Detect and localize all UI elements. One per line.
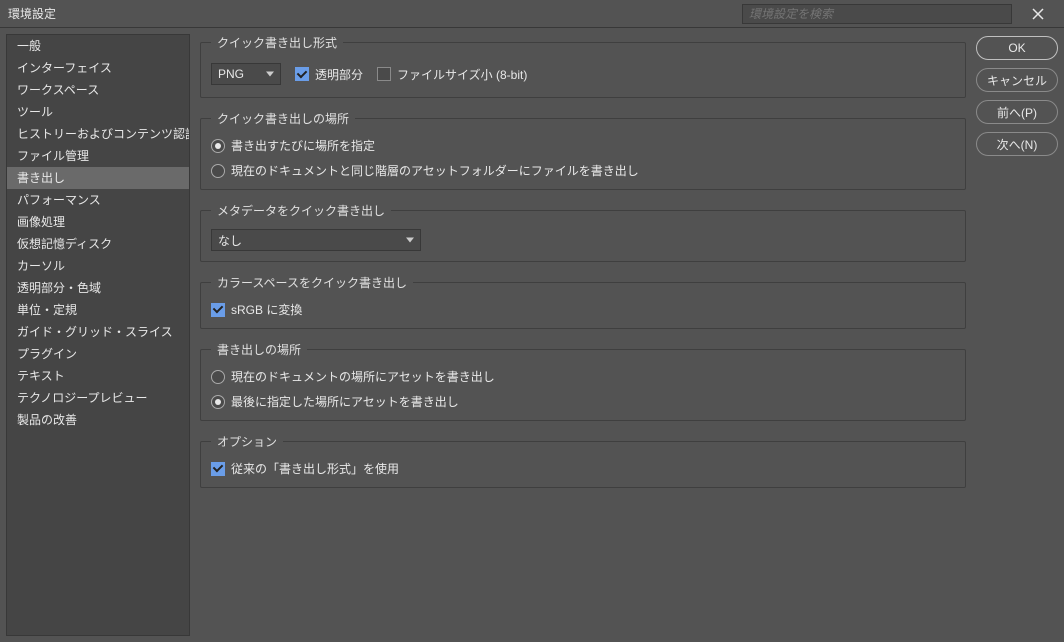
radio-ask-location[interactable]: 書き出すたびに場所を指定 xyxy=(211,137,955,154)
group-metadata: メタデータをクイック書き出し なし xyxy=(200,202,966,262)
checkbox-label: sRGB に変換 xyxy=(231,301,302,318)
titlebar: 環境設定 xyxy=(0,0,1064,28)
checkbox-small-8bit[interactable]: ファイルサイズ小 (8-bit) xyxy=(377,66,527,83)
checkbox-transparent[interactable]: 透明部分 xyxy=(295,66,363,83)
sidebar-item[interactable]: 透明部分・色域 xyxy=(7,277,189,299)
sidebar-item[interactable]: ガイド・グリッド・スライス xyxy=(7,321,189,343)
radio-box xyxy=(211,139,225,153)
sidebar-item[interactable]: テクノロジープレビュー xyxy=(7,387,189,409)
sidebar-item[interactable]: ワークスペース xyxy=(7,79,189,101)
prev-button[interactable]: 前へ(P) xyxy=(976,100,1058,124)
radio-last-specified-loc[interactable]: 最後に指定した場所にアセットを書き出し xyxy=(211,393,955,410)
radio-current-doc-loc[interactable]: 現在のドキュメントの場所にアセットを書き出し xyxy=(211,368,955,385)
sidebar-item[interactable]: インターフェイス xyxy=(7,57,189,79)
legend-metadata: メタデータをクイック書き出し xyxy=(211,202,391,219)
checkbox-label: 従来の「書き出し形式」を使用 xyxy=(231,460,399,477)
sidebar: 一般インターフェイスワークスペースツールヒストリーおよびコンテンツ認証情報ファイ… xyxy=(6,34,190,636)
radio-box xyxy=(211,395,225,409)
group-quick-export-format: クイック書き出し形式 PNG 透明部分 ファイルサイズ小 (8-bit) xyxy=(200,34,966,98)
checkbox-label: 透明部分 xyxy=(315,66,363,83)
group-options: オプション 従来の「書き出し形式」を使用 xyxy=(200,433,966,488)
checkbox-label: ファイルサイズ小 (8-bit) xyxy=(397,66,527,83)
sidebar-item[interactable]: 書き出し xyxy=(7,167,189,189)
radio-box xyxy=(211,370,225,384)
sidebar-item[interactable]: テキスト xyxy=(7,365,189,387)
format-select[interactable]: PNG xyxy=(211,63,281,85)
close-icon xyxy=(1031,7,1045,21)
radio-label: 最後に指定した場所にアセットを書き出し xyxy=(231,393,459,410)
radio-box xyxy=(211,164,225,178)
checkbox-legacy-export[interactable]: 従来の「書き出し形式」を使用 xyxy=(211,460,399,477)
button-column: OK キャンセル 前へ(P) 次へ(N) xyxy=(976,34,1058,636)
sidebar-item[interactable]: カーソル xyxy=(7,255,189,277)
ok-button[interactable]: OK xyxy=(976,36,1058,60)
sidebar-item[interactable]: ヒストリーおよびコンテンツ認証情報 xyxy=(7,123,189,145)
metadata-select-value: なし xyxy=(218,232,242,249)
next-button[interactable]: 次へ(N) xyxy=(976,132,1058,156)
legend-exportloc: 書き出しの場所 xyxy=(211,341,307,358)
checkbox-box xyxy=(211,303,225,317)
legend-format: クイック書き出し形式 xyxy=(211,34,343,51)
main-panel: クイック書き出し形式 PNG 透明部分 ファイルサイズ小 (8-bit) クイッ… xyxy=(190,34,976,636)
sidebar-item[interactable]: 仮想記憶ディスク xyxy=(7,233,189,255)
legend-colorspace: カラースペースをクイック書き出し xyxy=(211,274,413,291)
sidebar-item[interactable]: パフォーマンス xyxy=(7,189,189,211)
sidebar-item[interactable]: 単位・定規 xyxy=(7,299,189,321)
radio-label: 現在のドキュメントの場所にアセットを書き出し xyxy=(231,368,495,385)
sidebar-item[interactable]: 一般 xyxy=(7,35,189,57)
sidebar-item[interactable]: プラグイン xyxy=(7,343,189,365)
format-select-value: PNG xyxy=(218,67,244,81)
radio-label: 現在のドキュメントと同じ階層のアセットフォルダーにファイルを書き出し xyxy=(231,162,639,179)
checkbox-srgb[interactable]: sRGB に変換 xyxy=(211,301,302,318)
group-export-location: 書き出しの場所 現在のドキュメントの場所にアセットを書き出し 最後に指定した場所… xyxy=(200,341,966,421)
group-colorspace: カラースペースをクイック書き出し sRGB に変換 xyxy=(200,274,966,329)
radio-label: 書き出すたびに場所を指定 xyxy=(231,137,375,154)
metadata-select[interactable]: なし xyxy=(211,229,421,251)
dialog-title: 環境設定 xyxy=(8,5,56,22)
search-input[interactable] xyxy=(742,4,1012,24)
checkbox-box xyxy=(295,67,309,81)
group-quick-export-location: クイック書き出しの場所 書き出すたびに場所を指定 現在のドキュメントと同じ階層の… xyxy=(200,110,966,190)
legend-options: オプション xyxy=(211,433,283,450)
sidebar-item[interactable]: 製品の改善 xyxy=(7,409,189,431)
sidebar-item[interactable]: ツール xyxy=(7,101,189,123)
checkbox-box xyxy=(377,67,391,81)
radio-same-folder[interactable]: 現在のドキュメントと同じ階層のアセットフォルダーにファイルを書き出し xyxy=(211,162,955,179)
cancel-button[interactable]: キャンセル xyxy=(976,68,1058,92)
close-button[interactable] xyxy=(1020,0,1056,28)
sidebar-item[interactable]: ファイル管理 xyxy=(7,145,189,167)
sidebar-item[interactable]: 画像処理 xyxy=(7,211,189,233)
legend-location: クイック書き出しの場所 xyxy=(211,110,355,127)
checkbox-box xyxy=(211,462,225,476)
